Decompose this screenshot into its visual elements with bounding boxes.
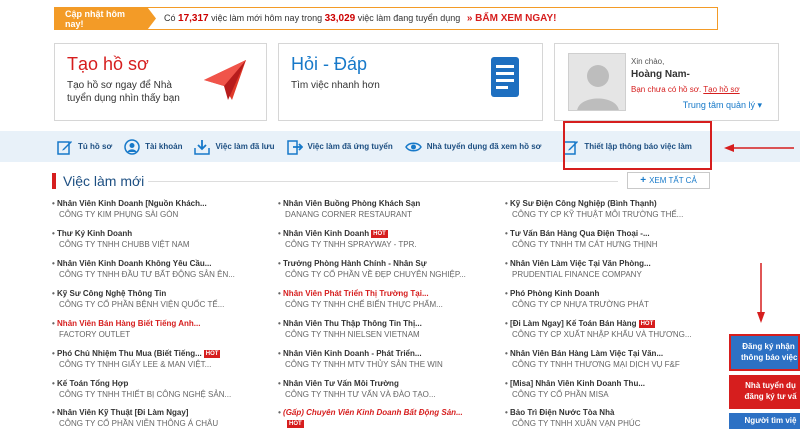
- edit-icon: [57, 140, 72, 155]
- eye-icon: [404, 142, 422, 151]
- job-item[interactable]: Tư Vấn Bán Hàng Qua Điện Thoại -...CÔNG …: [505, 229, 725, 255]
- new-job-count: 17,317: [178, 13, 209, 24]
- job-item[interactable]: Nhân Viên Bán Hàng Biết Tiếng Anh...FACT…: [52, 319, 272, 345]
- nav-item-viewed-by-employers[interactable]: Nhà tuyển dụng đã xem hồ sơ: [404, 139, 541, 155]
- job-item[interactable]: Nhân Viên Kinh Doanh [Nguồn Khách...CÔNG…: [52, 199, 272, 225]
- banner-cta-link[interactable]: » BẤM XEM NGAY!: [467, 13, 557, 24]
- nav-item-account[interactable]: Tài khoản: [124, 138, 182, 155]
- section-divider: [148, 181, 618, 182]
- faq-title: Hỏi - Đáp: [291, 54, 368, 74]
- job-item[interactable]: Nhân Viên Kinh Doanh Không Yêu Cầu...CÔN…: [52, 259, 272, 285]
- user-greeting: Xin chào,: [631, 57, 665, 66]
- user-card: Xin chào, Hoàng Nam- Bạn chưa có hồ sơ. …: [554, 43, 779, 121]
- job-item[interactable]: [Đi Làm Ngay] Kế Toán Bán HàngHOTCÔNG TY…: [505, 319, 725, 345]
- job-item[interactable]: [Misa] Nhân Viên Kinh Doanh Thu...CÔNG T…: [505, 379, 725, 405]
- create-profile-card[interactable]: Tạo hồ sơ Tạo hồ sơ ngay để Nhà tuyển dụ…: [54, 43, 267, 121]
- user-name: Hoàng Nam-: [631, 69, 690, 80]
- faq-card[interactable]: Hỏi - Đáp Tìm việc nhanh hơn: [278, 43, 543, 121]
- job-item[interactable]: Thư Ký Kinh DoanhCÔNG TY TNHH CHUBB VIỆT…: [52, 229, 272, 255]
- job-item[interactable]: Nhân Viên Kỹ Thuật [Đi Làm Ngay]CÔNG TY …: [52, 408, 272, 429]
- user-profile-note: Bạn chưa có hồ sơ. Tạo hồ sơ: [631, 85, 740, 94]
- section-accent-bar: [52, 173, 56, 189]
- create-profile-subtitle: Tạo hồ sơ ngay để Nhà tuyển dụng nhìn th…: [67, 80, 180, 104]
- see-all-button[interactable]: + XEM TẤT CẢ: [627, 172, 710, 189]
- download-icon: [194, 139, 211, 155]
- job-item[interactable]: Bảo Trì Điện Nước Tòa NhàCÔNG TY TNHH XU…: [505, 408, 725, 429]
- plus-icon: +: [640, 175, 647, 186]
- manage-center-link[interactable]: Trung tâm quản lý ▾: [683, 100, 762, 111]
- nav-item-saved-jobs[interactable]: Việc làm đã lưu: [194, 139, 275, 155]
- hot-badge: HOT: [371, 230, 388, 238]
- banner-text: Có 17,317 việc làm mới hôm nay trong 33,…: [164, 13, 557, 24]
- update-banner[interactable]: Cập nhật hôm nay! Có 17,317 việc làm mới…: [54, 7, 718, 30]
- job-item[interactable]: Kỹ Sư Công Nghệ Thông TinCÔNG TY CỔ PHẦN…: [52, 289, 272, 315]
- avatar[interactable]: [568, 53, 626, 111]
- create-profile-title: Tạo hồ sơ: [67, 54, 149, 74]
- document-icon: [491, 57, 519, 97]
- banner-tag: Cập nhật hôm nay!: [55, 8, 156, 29]
- employer-consult-button[interactable]: Nhà tuyển dụ đăng ký tư vấ: [729, 375, 800, 409]
- job-item[interactable]: Nhân Viên Kinh Doanh - Phát Triển...CÔNG…: [278, 349, 498, 375]
- job-item[interactable]: Phó Phòng Kinh DoanhCÔNG TY CP NHỰA TRƯỜ…: [505, 289, 725, 315]
- user-icon: [124, 138, 140, 155]
- hot-badge: HOT: [638, 320, 656, 328]
- section-header: Việc làm mới: [52, 171, 144, 191]
- export-icon: [286, 139, 303, 155]
- job-item[interactable]: Nhân Viên Thu Thập Thông Tin Thị...CÔNG …: [278, 319, 498, 345]
- faq-subtitle: Tìm việc nhanh hơn: [291, 80, 380, 91]
- paper-plane-icon: [204, 60, 246, 100]
- job-item[interactable]: Nhân Viên Phát Triển Thị Trường Tại...CÔ…: [278, 289, 498, 315]
- annotation-highlight-box: [563, 121, 712, 170]
- annotation-arrow-down-icon: [757, 263, 765, 323]
- job-item[interactable]: Nhân Viên Làm Việc Tại Văn Phòng...PRUDE…: [505, 259, 725, 285]
- total-job-count: 33,029: [324, 13, 356, 24]
- avatar-placeholder-icon: [569, 54, 625, 110]
- section-title: Việc làm mới: [63, 173, 145, 189]
- hot-badge: HOT: [287, 420, 304, 428]
- job-list: Nhân Viên Kinh Doanh [Nguồn Khách...CÔNG…: [52, 199, 742, 429]
- job-alert-signup-button[interactable]: Đăng ký nhận thông báo việc: [729, 334, 800, 371]
- job-item[interactable]: Phó Chủ Nhiệm Thu Mua (Biết Tiếng...HOTC…: [52, 349, 272, 375]
- nav-item-applied-jobs[interactable]: Việc làm đã ứng tuyển: [286, 139, 393, 155]
- job-item[interactable]: Trưởng Phòng Hành Chính - Nhân SựCÔNG TY…: [278, 259, 498, 285]
- annotation-arrow-left-icon: [724, 144, 794, 152]
- job-item[interactable]: (Gấp) Chuyên Viên Kinh Doanh Bất Động Sả…: [278, 408, 498, 429]
- nav-item-profiles[interactable]: Tủ hồ sơ: [57, 139, 112, 155]
- job-item[interactable]: Nhân Viên Tư Vấn Môi TrườngCÔNG TY TNHH …: [278, 379, 498, 405]
- job-item[interactable]: Nhân Viên Bán Hàng Làm Việc Tại Văn...CÔ…: [505, 349, 725, 375]
- job-item[interactable]: Kỹ Sư Điện Công Nghiệp (Bình Thạnh)CÔNG …: [505, 199, 725, 225]
- job-item[interactable]: Kế Toán Tổng HợpCÔNG TY TNHH THIẾT BỊ CÔ…: [52, 379, 272, 405]
- job-item[interactable]: Nhân Viên Kinh DoanhHOTCÔNG TY TNHH SPRA…: [278, 229, 498, 255]
- job-seeker-button[interactable]: Người tìm việ: [729, 413, 800, 429]
- create-profile-link[interactable]: Tạo hồ sơ: [703, 85, 739, 94]
- job-item[interactable]: Nhân Viên Buồng Phòng Khách SạnDANANG CO…: [278, 199, 498, 225]
- hot-badge: HOT: [203, 350, 221, 358]
